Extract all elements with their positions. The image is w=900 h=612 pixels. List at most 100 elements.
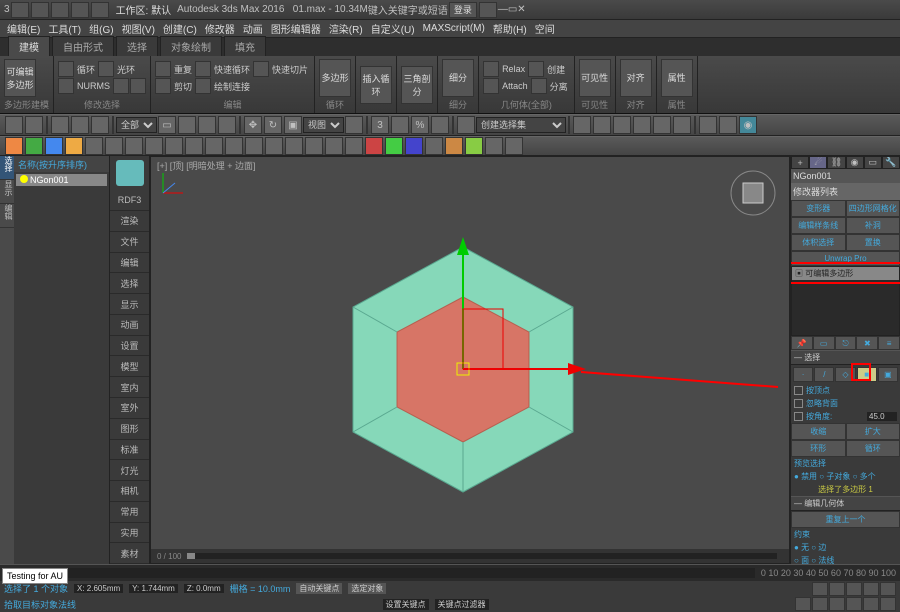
viewport-top[interactable]: [+] [顶] [明暗处理 + 边面] [150,156,790,564]
vc-11[interactable]: 图形 [110,419,149,440]
nav-zoom-icon[interactable] [812,597,828,611]
percent-snap-icon[interactable]: % [411,116,429,134]
editable-poly-button[interactable]: 可编辑多边形 [4,59,36,97]
mirror-icon[interactable] [573,116,591,134]
named-selection-set[interactable]: 创建选择集 [476,117,566,133]
tb2-z[interactable] [505,137,523,155]
cut-icon[interactable] [155,78,171,94]
ref-coord[interactable]: 视图 [303,117,344,133]
btn-editspline[interactable]: 编辑样条线 [791,217,846,234]
stack-config-icon[interactable]: ≡ [878,336,900,350]
prev-frame-icon[interactable] [829,582,845,596]
stack-remove-icon[interactable]: ✖ [856,336,878,350]
goto-start-icon[interactable] [812,582,828,596]
tb2-n[interactable] [265,137,283,155]
qat-redo[interactable] [91,2,109,18]
lefttab-edit[interactable]: 编辑 [0,204,14,228]
visibility-button[interactable]: 可见性 [579,59,611,97]
tb2-h[interactable] [145,137,163,155]
y-field[interactable]: Y: 1.744mm [129,584,178,593]
snap-icon[interactable]: 3 [371,116,389,134]
schematic-icon[interactable] [653,116,671,134]
tab-create-icon[interactable]: + [791,156,809,169]
tb2-k[interactable] [205,137,223,155]
scale-icon[interactable]: ▣ [284,116,302,134]
tb2-r[interactable] [345,137,363,155]
relax-icon[interactable] [483,61,499,77]
tb2-a[interactable] [5,137,23,155]
lefttab-select[interactable]: 选择 [0,156,14,180]
menu-maxscript[interactable]: MAXScript(M) [420,23,488,34]
vc-9[interactable]: 室内 [110,377,149,398]
tb2-t[interactable] [385,137,403,155]
tb2-w[interactable] [445,137,463,155]
btn-quadify[interactable]: 四边形网格化 [846,200,900,217]
vc-3[interactable]: 编辑 [110,253,149,274]
help-search[interactable]: 键入关键字或短语 [368,2,448,17]
subdiv-button[interactable]: 细分 [442,59,474,97]
quickslice-icon[interactable] [253,61,269,77]
vc-13[interactable]: 灯光 [110,460,149,481]
repeat-last-button[interactable]: 重复上一个 [791,511,900,528]
time-slider[interactable]: 0 / 100 [151,549,789,563]
vc-0[interactable]: RDF3 [110,190,149,211]
x-field[interactable]: X: 2.605mm [74,584,123,593]
menu-view[interactable]: 视图(V) [119,21,158,36]
object-name-field[interactable]: NGon001 [791,169,900,183]
mod-btn2[interactable] [130,78,146,94]
keyfilter-button[interactable]: 关键点过滤器 [435,599,489,610]
maximize-button[interactable]: ▭ [508,4,517,15]
viewcube[interactable] [729,169,777,217]
menu-customize[interactable]: 自定义(U) [368,21,418,36]
tb2-l[interactable] [225,137,243,155]
subobj-element-icon[interactable]: ▣ [878,367,898,382]
nav-maximize-icon[interactable] [880,597,896,611]
paintconnect-icon[interactable] [195,78,211,94]
create-poly-icon[interactable] [528,61,544,77]
menu-create[interactable]: 创建(C) [160,21,200,36]
vc-14[interactable]: 相机 [110,481,149,502]
align-icon[interactable] [593,116,611,134]
autokey-button[interactable]: 自动关键点 [296,583,342,594]
vc-4[interactable]: 选择 [110,273,149,294]
bind-icon[interactable] [91,116,109,134]
scene-tree[interactable]: NGon001 [14,172,109,564]
tb2-m[interactable] [245,137,263,155]
tb2-j[interactable] [185,137,203,155]
window-cross-icon[interactable] [218,116,236,134]
menu-group[interactable]: 组(G) [86,21,116,36]
vc-15[interactable]: 常用 [110,502,149,523]
tb2-y[interactable] [485,137,503,155]
qat-save[interactable] [51,2,69,18]
menu-tools[interactable]: 工具(T) [45,21,84,36]
btn-capholes[interactable]: 补洞 [846,217,900,234]
tb2-x[interactable] [465,137,483,155]
tb2-v[interactable] [425,137,443,155]
minimize-button[interactable]: — [498,4,508,15]
render-setup-icon[interactable] [699,116,717,134]
tb2-e[interactable] [85,137,103,155]
modifier-stack[interactable]: ▣ 可编辑多边形 [791,266,900,336]
lefttab-display[interactable]: 显示 [0,180,14,204]
qat-open[interactable] [31,2,49,18]
goto-end-icon[interactable] [880,582,896,596]
repeat-icon[interactable] [155,61,171,77]
next-frame-icon[interactable] [863,582,879,596]
vc-1[interactable]: 渲染 [110,211,149,232]
ribbon-tab-selection[interactable]: 选择 [116,36,158,56]
subobj-polygon-icon[interactable]: ■ [857,367,877,382]
vc-17[interactable]: 素材 [110,543,149,564]
app-logo[interactable]: 3 [4,4,10,15]
stack-unique-icon[interactable]: ⎋ [835,336,857,350]
signin-button[interactable]: 登录 [449,2,477,18]
rotate-icon[interactable]: ↻ [264,116,282,134]
btn-morph[interactable]: 变形器 [791,200,846,217]
visibility-dot-icon[interactable] [20,175,28,183]
selection-filter[interactable]: 全部 [116,117,157,133]
ring-button[interactable]: 环形 [791,440,846,457]
layers-icon[interactable] [613,116,631,134]
rect-select-icon[interactable] [198,116,216,134]
named-sel-icon[interactable] [457,116,475,134]
by-angle-checkbox[interactable] [794,412,803,421]
triangulate-button[interactable]: 三角剖分 [401,66,433,104]
